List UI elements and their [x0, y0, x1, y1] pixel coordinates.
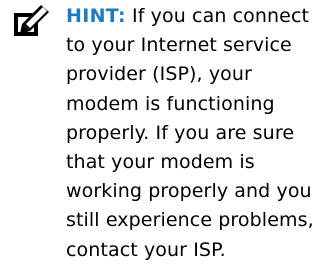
hint-line: properly. If you are sure — [66, 121, 295, 144]
pencil-note-icon — [14, 5, 49, 36]
hint-line: still experience problems, — [66, 209, 314, 232]
hint-line: that your modem is — [66, 151, 255, 174]
hint-line: provider (ISP), your — [66, 63, 252, 86]
hint-note: HINT: If you can connect to your Interne… — [0, 0, 320, 271]
hint-line: HINT: If you can connect — [66, 2, 320, 31]
hint-label: HINT: — [66, 5, 126, 27]
hint-text: HINT: If you can connect to your Interne… — [66, 2, 320, 265]
hint-line: working properly and you — [66, 180, 312, 203]
hint-line: modem is functioning — [66, 92, 275, 115]
hint-line-text: If you can connect — [125, 5, 310, 27]
hint-line: to your Internet service — [66, 34, 292, 57]
hint-line: contact your ISP. — [66, 238, 226, 261]
